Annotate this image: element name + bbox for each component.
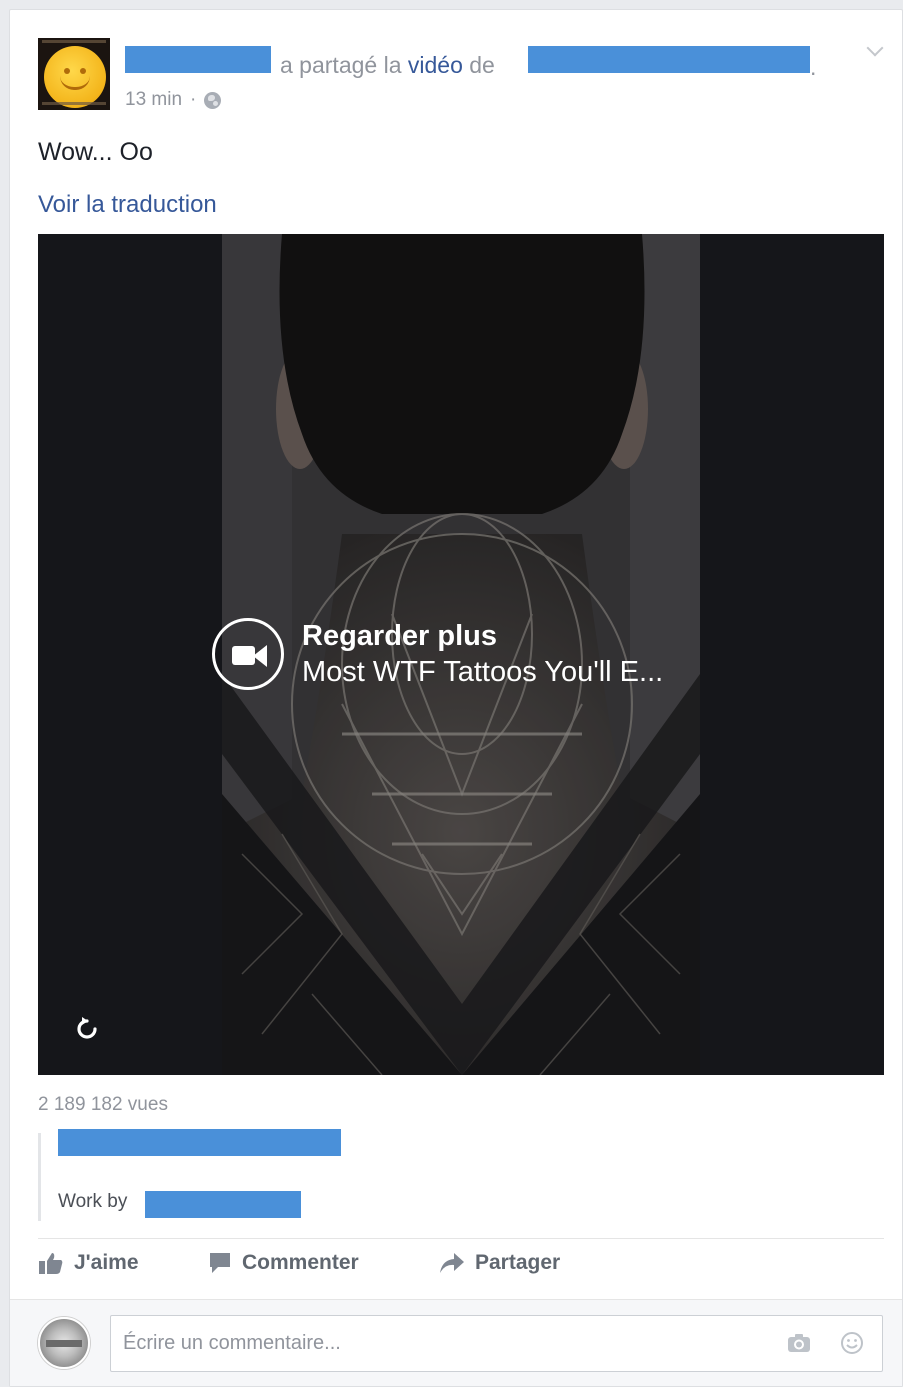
actions-divider	[38, 1238, 884, 1239]
avatar-strip	[42, 102, 106, 105]
smiley-sun	[44, 46, 106, 108]
headline-period: .	[810, 54, 817, 80]
redacted-description-title	[58, 1129, 341, 1156]
post-headline: a partagé la vidéo de	[280, 52, 495, 79]
video-camera-icon	[212, 618, 284, 690]
globe-icon[interactable]	[204, 91, 222, 109]
chevron-down-icon[interactable]	[866, 42, 884, 60]
user-avatar[interactable]	[38, 1317, 90, 1369]
page-avatar[interactable]	[38, 38, 110, 110]
replay-icon[interactable]	[74, 1016, 100, 1042]
share-button[interactable]: Partager	[439, 1251, 639, 1275]
watch-more-overlay[interactable]: Regarder plus Most WTF Tattoos You'll E.…	[212, 618, 663, 690]
post-text: Wow... Oo	[38, 138, 153, 166]
feed-post: a partagé la vidéo de . 13 min · Wow... …	[9, 9, 903, 1387]
view-count: 2 189 182 vues	[38, 1094, 168, 1115]
camera-icon[interactable]	[787, 1333, 811, 1353]
overlay-text: Regarder plus Most WTF Tattoos You'll E.…	[302, 618, 663, 690]
video-title: Most WTF Tattoos You'll E...	[302, 656, 664, 688]
like-label: J'aime	[74, 1251, 139, 1274]
camera-body	[232, 646, 255, 665]
redacted-source-name[interactable]	[528, 46, 810, 73]
redacted-author-name[interactable]	[125, 46, 271, 73]
smiley-eye-right	[80, 68, 86, 74]
work-by-label: Work by	[58, 1191, 128, 1212]
comment-input[interactable]: Écrire un commentaire...	[110, 1315, 883, 1372]
redacted-artist-name[interactable]	[145, 1191, 301, 1218]
camera-lens	[253, 645, 267, 667]
meta-separator: ·	[190, 89, 197, 110]
post-meta: 13 min ·	[125, 89, 222, 111]
see-translation-link[interactable]: Voir la traduction	[38, 191, 217, 219]
of-word: de	[469, 52, 495, 78]
share-label: Partager	[475, 1251, 561, 1274]
action-bar: J'aime Commenter Partager	[38, 1251, 639, 1275]
smiley-eye-left	[64, 68, 70, 74]
comment-button[interactable]: Commenter	[208, 1251, 439, 1275]
comment-label: Commenter	[242, 1251, 359, 1274]
post-timestamp[interactable]: 13 min	[125, 89, 182, 111]
comment-placeholder: Écrire un commentaire...	[123, 1332, 341, 1354]
description-quote-bar	[38, 1133, 41, 1221]
shared-verb: a partagé la	[280, 52, 402, 78]
share-icon	[440, 1253, 464, 1273]
smiley-mouth	[60, 76, 90, 90]
video-link[interactable]: vidéo	[408, 52, 463, 78]
like-icon	[39, 1253, 63, 1274]
avatar-band	[46, 1340, 82, 1347]
comment-icon	[210, 1253, 230, 1273]
avatar-strip	[42, 40, 106, 43]
video-player[interactable]: Regarder plus Most WTF Tattoos You'll E.…	[38, 234, 884, 1075]
smiley-icon[interactable]	[840, 1331, 864, 1355]
watch-more-label: Regarder plus	[302, 620, 497, 652]
like-button[interactable]: J'aime	[38, 1251, 208, 1275]
comment-composer: Écrire un commentaire...	[10, 1299, 902, 1386]
